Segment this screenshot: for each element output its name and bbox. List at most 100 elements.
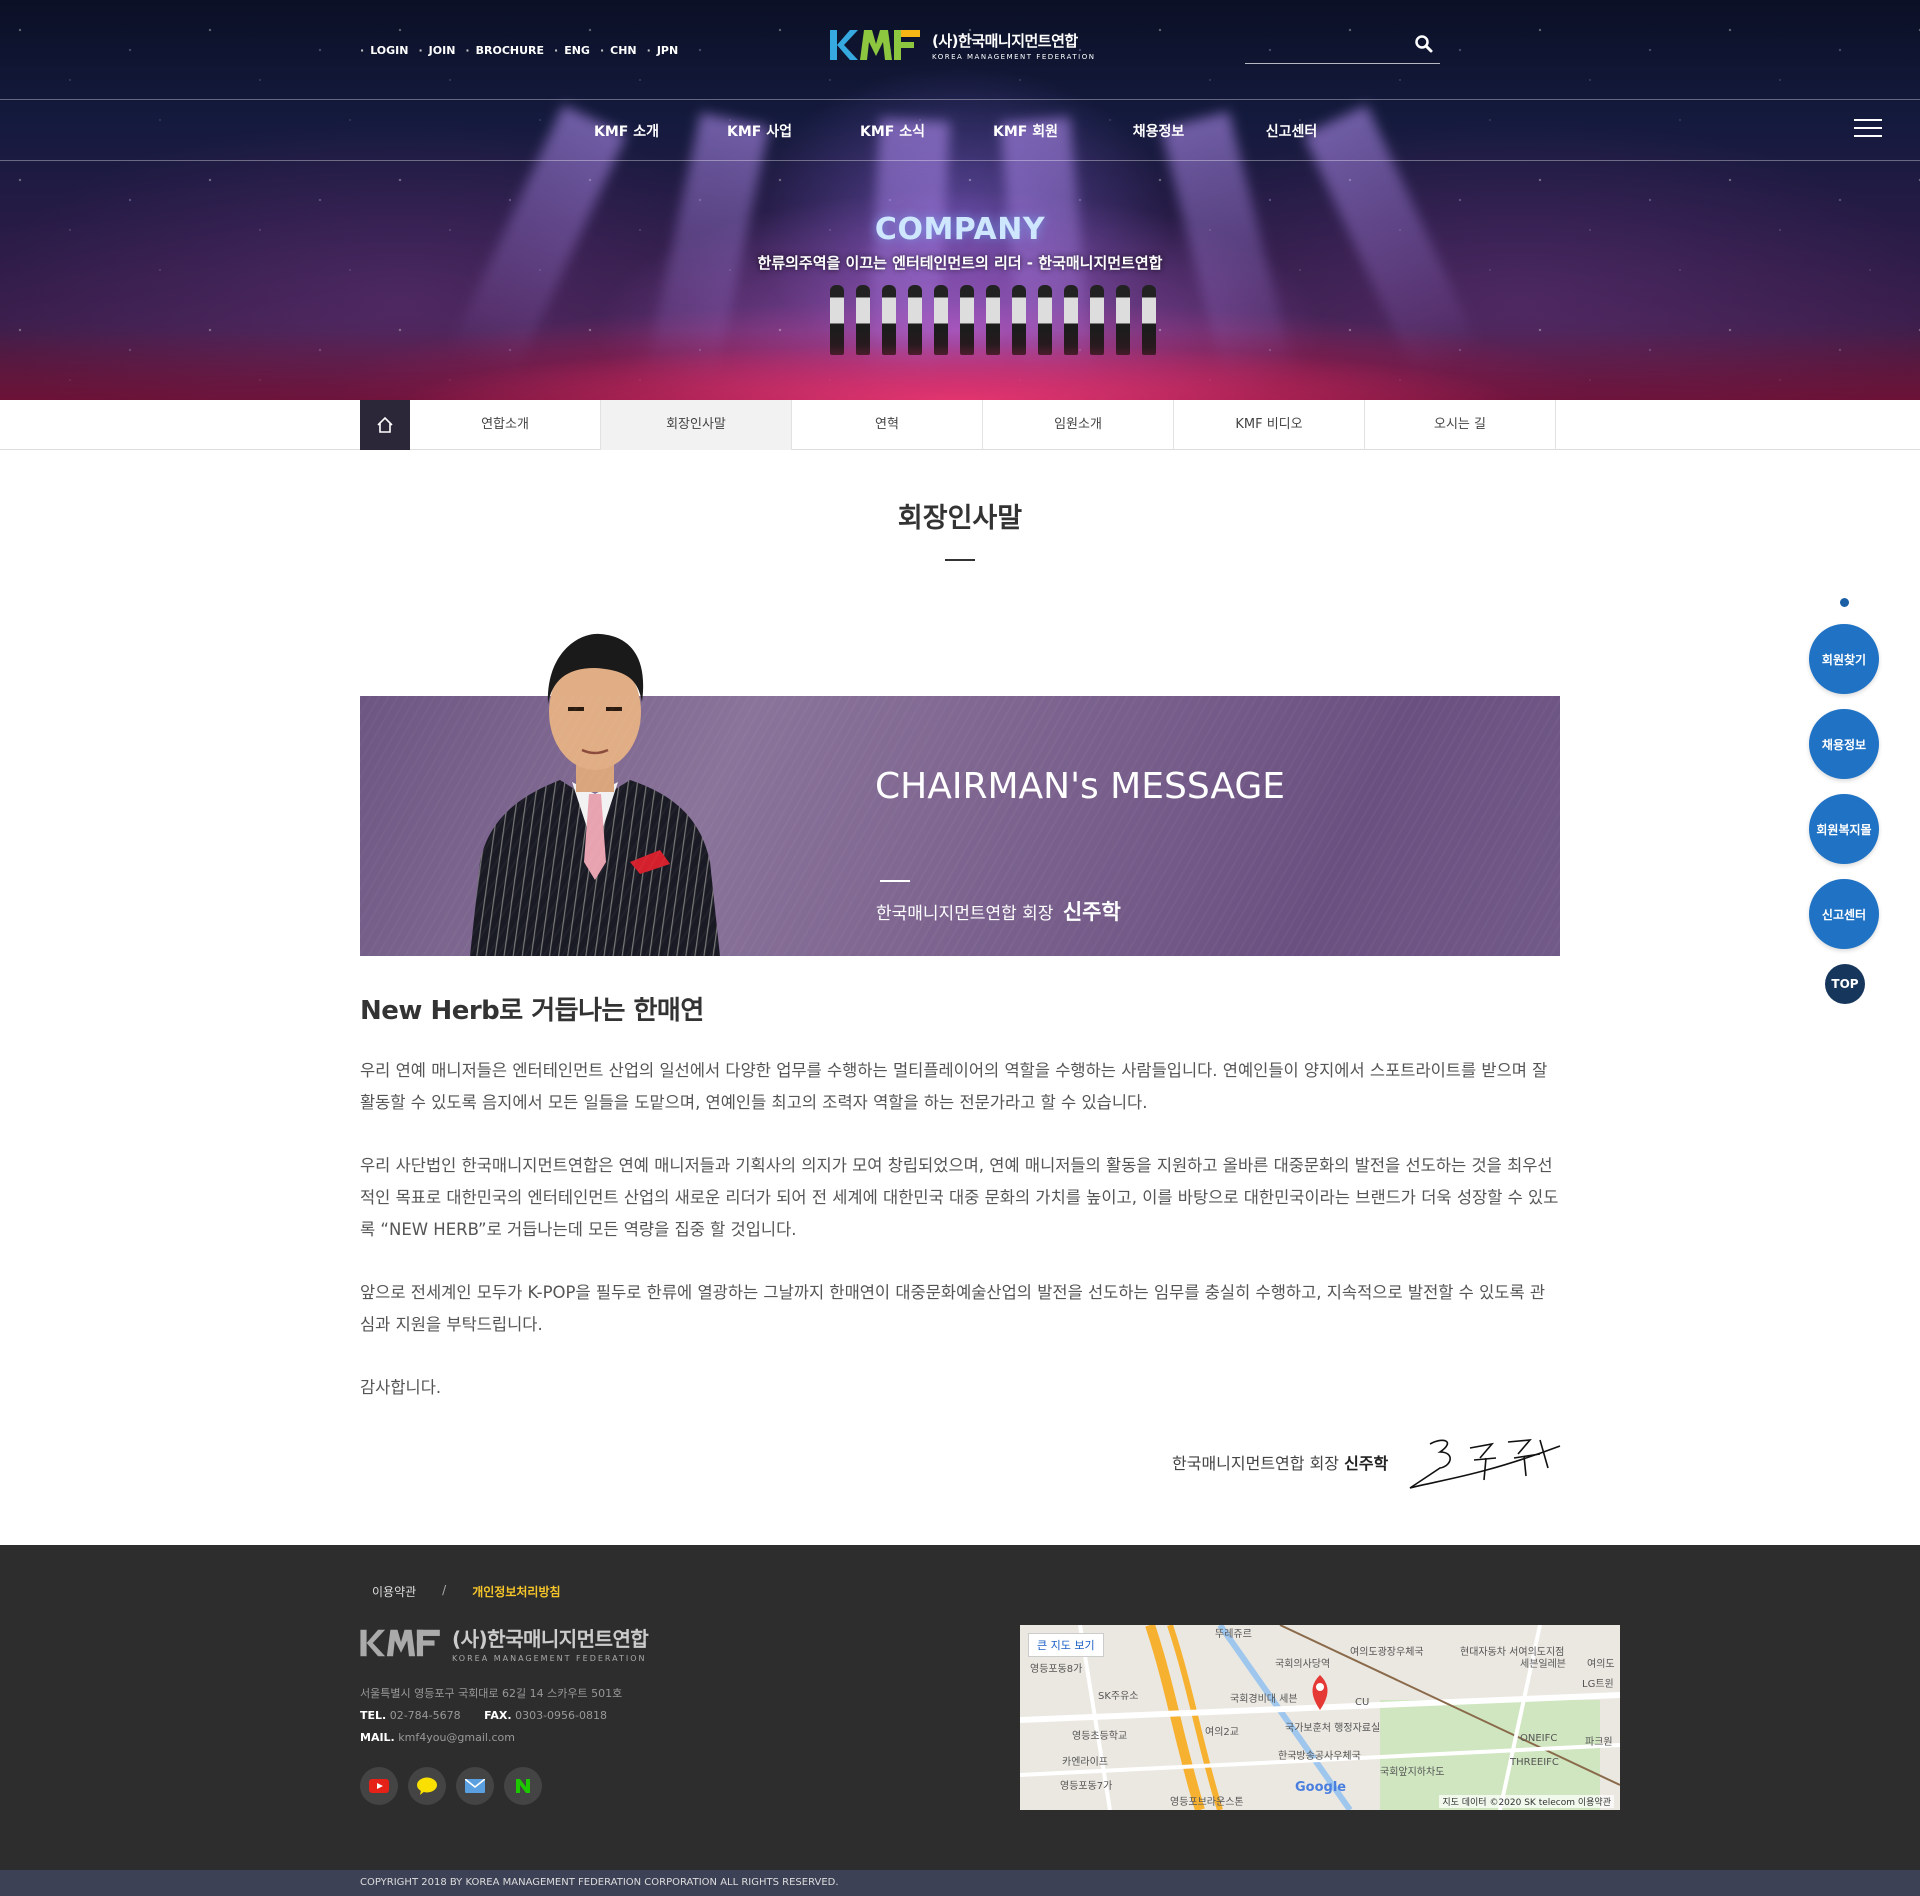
map-label: 파크원	[1585, 1737, 1613, 1748]
naver-icon[interactable]	[504, 1767, 542, 1805]
location-map[interactable]: 큰 지도 보기 뚜레쥬르 국회의사당역 여의도광장우체국 현대자동차 서여의도지…	[1020, 1625, 1620, 1810]
scroll-top-button[interactable]: TOP	[1825, 964, 1865, 1004]
nav-kmf-intro[interactable]: KMF 소개	[560, 121, 693, 141]
banner-subtitle: 한국매니지먼트연합 회장 신주학	[876, 896, 1121, 926]
login-link[interactable]: LOGIN	[360, 44, 408, 57]
subnav-directions[interactable]: 오시는 길	[1365, 400, 1556, 450]
nav-kmf-news[interactable]: KMF 소식	[826, 121, 959, 141]
map-label: 세븐일레븐	[1520, 1659, 1566, 1670]
eng-link[interactable]: ENG	[554, 44, 590, 57]
mail-address[interactable]: kmf4you@gmail.com	[398, 1731, 515, 1744]
map-label: 뚜레쥬르	[1215, 1629, 1252, 1640]
hero-title: COMPANY	[874, 212, 1046, 247]
banner-name: 신주학	[1062, 900, 1121, 924]
footer-logo-english: KOREA MANAGEMENT FEDERATION	[452, 1654, 647, 1663]
subnav-history[interactable]: 연혁	[792, 400, 983, 450]
map-label: 한국방송공사우체국	[1278, 1751, 1361, 1762]
subnav-chairman-message[interactable]: 회장인사말	[601, 400, 792, 450]
quick-jobs-button[interactable]: 채용정보	[1809, 709, 1879, 779]
title-divider	[945, 559, 975, 561]
map-label: 국회앞지하차도	[1380, 1767, 1445, 1778]
map-label: 국회경비대 세븐	[1230, 1694, 1298, 1705]
tel-label: TEL.	[360, 1709, 387, 1722]
footer-contact-info: 서울특별시 영등포구 국회대로 62길 14 스카우트 501호 TEL. 02…	[360, 1683, 622, 1749]
article-heading: New Herb로 거듭나는 한매연	[360, 996, 704, 1026]
home-icon	[377, 416, 393, 433]
map-label: 영등포동7가	[1060, 1781, 1113, 1792]
map-label: 영등포브라운스톤	[1170, 1797, 1244, 1808]
quick-find-member-button[interactable]: 회원찾기	[1809, 624, 1879, 694]
flower-stage	[0, 330, 1920, 400]
search-box	[1245, 30, 1440, 64]
mail-icon[interactable]	[456, 1767, 494, 1805]
terms-link[interactable]: 이용약관	[372, 1583, 416, 1600]
top-bar: LOGIN JOIN BROCHURE ENG CHN JPN (사)한국매니지…	[0, 0, 1920, 100]
fax-number: 0303-0956-0818	[515, 1709, 608, 1722]
join-link[interactable]: JOIN	[418, 44, 456, 57]
footer-address: 서울특별시 영등포구 국회대로 62길 14 스카우트 501호	[360, 1687, 623, 1700]
map-label: 영등초등학교	[1072, 1731, 1128, 1742]
tel-number: 02-784-5678	[389, 1709, 461, 1722]
map-label: LG트윈	[1582, 1679, 1614, 1690]
map-label: SK주유소	[1098, 1691, 1139, 1702]
home-button[interactable]	[360, 400, 410, 450]
nav-jobs[interactable]: 채용정보	[1092, 121, 1225, 141]
map-label: 여의2교	[1205, 1727, 1239, 1738]
youtube-icon[interactable]	[360, 1767, 398, 1805]
sign-name: 신주학	[1344, 1454, 1389, 1473]
article-paragraph: 우리 사단법인 한국매니지먼트연합은 연예 매니저들과 기획사의 의지가 모여 …	[360, 1156, 1559, 1239]
chairman-portrait	[470, 633, 720, 956]
chn-link[interactable]: CHN	[600, 44, 637, 57]
search-input[interactable]	[1245, 30, 1405, 60]
kakaotalk-icon[interactable]	[408, 1767, 446, 1805]
footer-link-separator: /	[442, 1583, 447, 1597]
quick-report-center-button[interactable]: 신고센터	[1809, 879, 1879, 949]
sub-navigation: 연합소개 회장인사말 연혁 임원소개 KMF 비디오 오시는 길	[0, 400, 1920, 450]
chairman-banner: CHAIRMAN's MESSAGE 한국매니지먼트연합 회장 신주학	[360, 633, 1560, 956]
map-label: 여의도	[1587, 1659, 1615, 1670]
subnav-association[interactable]: 연합소개	[410, 400, 601, 450]
hamburger-menu-icon[interactable]	[1854, 119, 1882, 139]
kmf-logo-icon	[830, 30, 920, 60]
quick-welfare-mall-button[interactable]: 회원복지몰	[1809, 794, 1879, 864]
nav-kmf-business[interactable]: KMF 사업	[693, 121, 826, 141]
article-paragraph: 우리 연예 매니저들은 엔터테인먼트 산업의 일선에서 다양한 업무를 수행하는…	[360, 1061, 1548, 1112]
map-label: CU	[1355, 1697, 1370, 1708]
map-label: ONEIFC	[1520, 1733, 1558, 1744]
main-navigation: KMF 소개 KMF 사업 KMF 소식 KMF 회원 채용정보 신고센터	[0, 101, 1920, 161]
copyright-text: COPYRIGHT 2018 BY KOREA MANAGEMENT FEDER…	[360, 1877, 839, 1888]
article-paragraph: 앞으로 전세계인 모두가 K-POP을 필두로 한류에 열광하는 그날까지 한매…	[360, 1283, 1546, 1334]
big-map-button[interactable]: 큰 지도 보기	[1028, 1633, 1104, 1657]
logo-korean: (사)한국매니지먼트연합	[932, 31, 1078, 50]
footer-logo-korean: (사)한국매니지먼트연합	[452, 1627, 649, 1651]
banner-heading: CHAIRMAN's MESSAGE	[875, 766, 1285, 807]
fax-label: FAX.	[484, 1709, 512, 1722]
search-icon[interactable]	[1414, 34, 1434, 54]
footer-logo: (사)한국매니지먼트연합 KOREA MANAGEMENT FEDERATION	[360, 1623, 649, 1663]
map-credit: 지도 데이터 ©2020 SK telecom 이용약관	[1439, 1795, 1614, 1808]
google-logo: Google	[1295, 1780, 1347, 1795]
article-body: 우리 연예 매니저들은 엔터테인먼트 산업의 일선에서 다양한 업무를 수행하는…	[360, 1055, 1560, 1435]
footer-links: 이용약관 / 개인정보처리방침	[372, 1583, 561, 1600]
privacy-policy-link[interactable]: 개인정보처리방침	[472, 1583, 560, 1600]
site-logo[interactable]: (사)한국매니지먼트연합 KOREA MANAGEMENT FEDERATION	[830, 28, 1095, 62]
quick-menu-dot	[1840, 598, 1849, 607]
nav-kmf-members[interactable]: KMF 회원	[959, 121, 1092, 141]
subnav-executives[interactable]: 임원소개	[983, 400, 1174, 450]
logo-english: KOREA MANAGEMENT FEDERATION	[932, 52, 1096, 61]
utility-links: LOGIN JOIN BROCHURE ENG CHN JPN	[360, 44, 678, 57]
copyright-bar: COPYRIGHT 2018 BY KOREA MANAGEMENT FEDER…	[0, 1870, 1920, 1896]
brochure-link[interactable]: BROCHURE	[465, 44, 544, 57]
signature-line: 한국매니지먼트연합 회장 신주학	[1172, 1450, 1388, 1474]
map-label: 여의도광장우체국	[1350, 1647, 1424, 1658]
nav-report-center[interactable]: 신고센터	[1225, 121, 1358, 141]
jpn-link[interactable]: JPN	[647, 44, 678, 57]
subnav-kmf-video[interactable]: KMF 비디오	[1174, 400, 1365, 450]
mail-label: MAIL.	[360, 1731, 395, 1744]
footer: 이용약관 / 개인정보처리방침 (사)한국매니지먼트연합 KOREA MANAG…	[0, 1545, 1920, 1870]
page-title: 회장인사말	[897, 503, 1023, 534]
sign-org: 한국매니지먼트연합 회장	[1172, 1454, 1340, 1473]
hero-subtitle: 한류의주역을 이끄는 엔터테인먼트의 리더 - 한국매니지먼트연합	[757, 254, 1163, 272]
map-label: 국가보훈처 행정자료실	[1285, 1723, 1381, 1734]
kmf-logo-icon	[360, 1629, 440, 1657]
